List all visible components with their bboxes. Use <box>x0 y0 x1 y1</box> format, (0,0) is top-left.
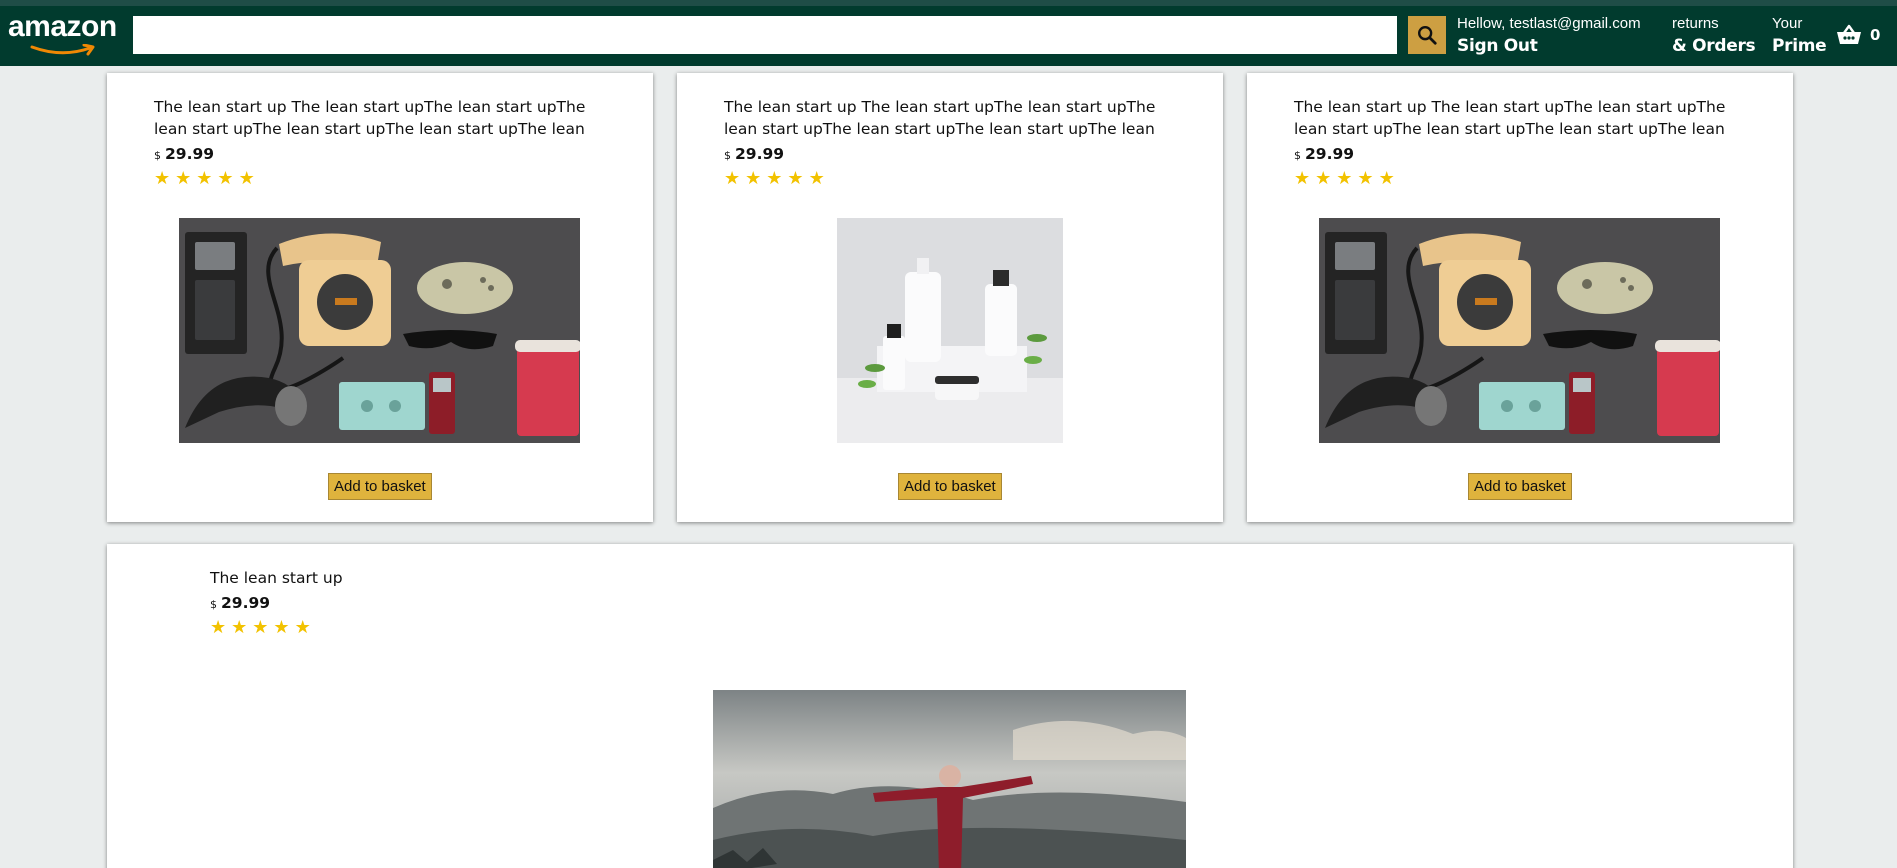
shopping-basket-icon <box>1837 24 1861 44</box>
star-icon: ★ <box>787 168 804 189</box>
product-card: The lean start up The lean start upThe l… <box>677 73 1223 522</box>
star-icon: ★ <box>294 617 311 638</box>
orders-label: & Orders <box>1672 36 1756 56</box>
smile-arrow-icon <box>30 44 95 56</box>
star-icon: ★ <box>766 168 783 189</box>
star-icon: ★ <box>1294 168 1311 189</box>
product-price: $29.99 <box>154 145 215 163</box>
star-icon: ★ <box>231 617 248 638</box>
product-title: The lean start up The lean start upThe l… <box>154 98 586 138</box>
product-price: $29.99 <box>1294 145 1355 163</box>
product-rating: ★ ★ ★ ★ ★ <box>724 170 1169 188</box>
search-input[interactable] <box>133 16 1397 54</box>
product-title: The lean start up The lean start upThe l… <box>1294 98 1726 138</box>
product-title: The lean start up <box>210 569 343 587</box>
star-icon: ★ <box>217 168 234 189</box>
returns-orders-option[interactable]: returns & Orders <box>1672 14 1756 58</box>
star-icon: ★ <box>273 617 290 638</box>
product-card: The lean start up The lean start upThe l… <box>1247 73 1793 522</box>
star-icon: ★ <box>196 168 213 189</box>
add-to-basket-button[interactable]: Add to basket <box>328 473 432 500</box>
star-icon: ★ <box>1378 168 1395 189</box>
product-image <box>1319 218 1720 443</box>
star-icon: ★ <box>1315 168 1332 189</box>
account-option[interactable]: Hellow, testlast@gmail.com Sign Out <box>1457 14 1641 58</box>
product-image <box>179 218 580 443</box>
product-rating: ★ ★ ★ ★ ★ <box>154 170 599 188</box>
star-icon: ★ <box>1357 168 1374 189</box>
product-title: The lean start up The lean start upThe l… <box>724 98 1156 138</box>
star-icon: ★ <box>238 168 255 189</box>
add-to-basket-button[interactable]: Add to basket <box>898 473 1002 500</box>
prime-option[interactable]: Your Prime <box>1772 14 1827 58</box>
greeting-text: Hellow, testlast@gmail.com <box>1457 15 1641 32</box>
product-image <box>713 690 1186 868</box>
star-icon: ★ <box>154 168 171 189</box>
product-rating: ★ ★ ★ ★ ★ <box>1294 170 1739 188</box>
star-icon: ★ <box>724 168 741 189</box>
product-rating: ★ ★ ★ ★ ★ <box>210 619 610 637</box>
prime-your-label: Your <box>1772 15 1803 32</box>
star-icon: ★ <box>210 617 227 638</box>
star-icon: ★ <box>808 168 825 189</box>
product-image <box>837 218 1063 443</box>
search-icon <box>1418 26 1437 45</box>
search-button[interactable] <box>1408 16 1446 54</box>
add-to-basket-button[interactable]: Add to basket <box>1468 473 1572 500</box>
header-bar: amazon Hellow, testlast@gmail.com Sign O… <box>0 0 1897 66</box>
product-card: The lean start up $29.99 ★ ★ ★ ★ ★ <box>107 544 1793 868</box>
product-price: $29.99 <box>210 594 271 612</box>
logo-text: amazon <box>8 10 117 43</box>
prime-label: Prime <box>1772 36 1827 56</box>
star-icon: ★ <box>252 617 269 638</box>
star-icon: ★ <box>1336 168 1353 189</box>
star-icon: ★ <box>745 168 762 189</box>
product-price: $29.99 <box>724 145 785 163</box>
returns-label: returns <box>1672 15 1719 32</box>
basket-count: 0 <box>1870 26 1881 44</box>
sign-out-link[interactable]: Sign Out <box>1457 34 1641 58</box>
amazon-logo[interactable]: amazon <box>8 12 126 60</box>
basket-button[interactable]: 0 <box>1836 24 1880 46</box>
star-icon: ★ <box>175 168 192 189</box>
product-card: The lean start up The lean start upThe l… <box>107 73 653 522</box>
